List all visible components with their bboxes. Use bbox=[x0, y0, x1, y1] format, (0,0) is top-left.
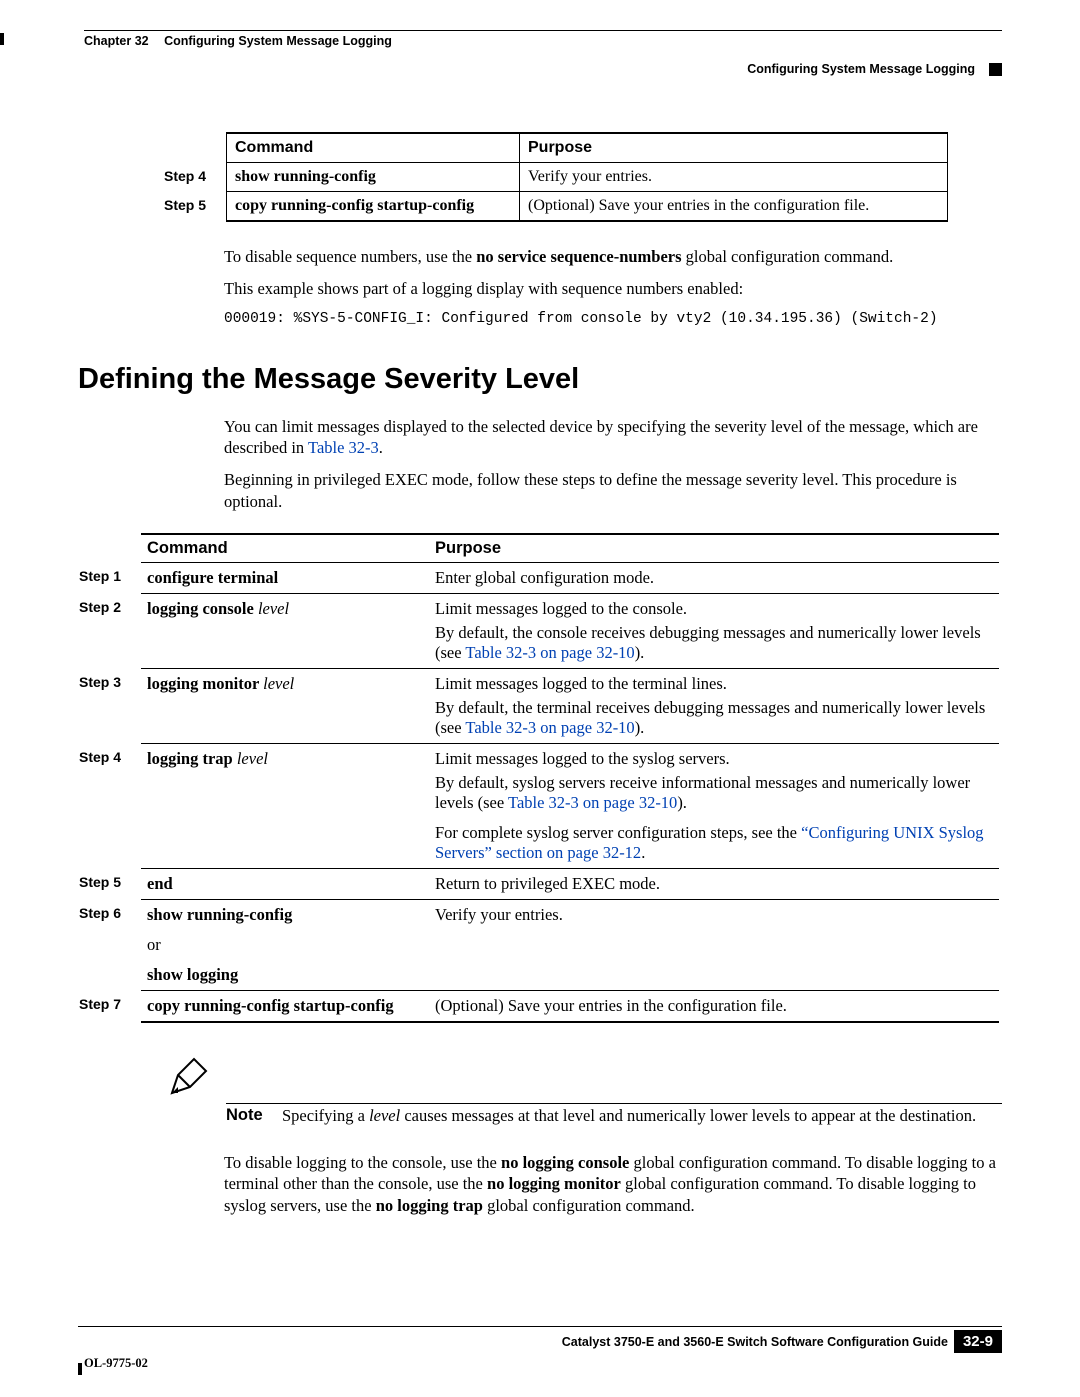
header-marker-icon bbox=[989, 63, 1002, 76]
note-icon bbox=[168, 1057, 212, 1102]
table-row: Step 4 show running-config Verify your e… bbox=[164, 163, 948, 192]
table-row: Step 1 configure terminal Enter global c… bbox=[79, 562, 999, 593]
command-inline: no logging console bbox=[501, 1153, 629, 1172]
chapter-number: Chapter 32 bbox=[84, 34, 149, 48]
col-purpose: Purpose bbox=[429, 534, 999, 563]
footer-doc-id: OL-9775-02 bbox=[84, 1356, 1002, 1371]
command-cell: copy running-config startup-config bbox=[227, 192, 520, 222]
purpose-cell: By default, the terminal receives debugg… bbox=[429, 696, 999, 744]
command-cell: copy running-config startup-config bbox=[141, 990, 429, 1022]
section-header-right: Configuring System Message Logging bbox=[747, 62, 975, 76]
cross-ref-link[interactable]: Table 32-3 on page 32-10 bbox=[508, 793, 677, 812]
cross-ref-link[interactable]: Table 32-3 bbox=[308, 438, 379, 457]
purpose-cell: (Optional) Save your entries in the conf… bbox=[429, 990, 999, 1022]
table-row: show logging bbox=[79, 963, 999, 991]
paragraph-block: You can limit messages displayed to the … bbox=[224, 416, 1002, 513]
purpose-cell: Limit messages logged to the terminal li… bbox=[429, 668, 999, 696]
purpose-cell: For complete syslog server configuration… bbox=[429, 821, 999, 869]
chapter-title: Configuring System Message Logging bbox=[164, 34, 392, 48]
page-number-badge: 32-9 bbox=[954, 1330, 1002, 1353]
table-row: Step 5 copy running-config startup-confi… bbox=[164, 192, 948, 222]
table-row: Step 6 show running-config Verify your e… bbox=[79, 899, 999, 927]
cross-ref-link[interactable]: Table 32-3 on page 32-10 bbox=[465, 718, 634, 737]
command-cell: show running-config bbox=[141, 899, 429, 927]
purpose-cell: (Optional) Save your entries in the conf… bbox=[520, 192, 948, 222]
paragraph-block: To disable sequence numbers, use the no … bbox=[224, 246, 1002, 329]
command-cell: logging trap level bbox=[141, 743, 429, 771]
purpose-cell: Limit messages logged to the syslog serv… bbox=[429, 743, 999, 771]
table-row: Step 5 end Return to privileged EXEC mod… bbox=[79, 868, 999, 899]
paragraph-block: To disable logging to the console, use t… bbox=[224, 1152, 1002, 1217]
step-label: Step 5 bbox=[79, 868, 141, 899]
table-row: Step 7 copy running-config startup-confi… bbox=[79, 990, 999, 1022]
command-inline: no logging monitor bbox=[487, 1174, 621, 1193]
command-table-sequence: Command Purpose Step 4 show running-conf… bbox=[164, 132, 948, 222]
table-row: Step 2 logging console level Limit messa… bbox=[79, 593, 999, 621]
table-row: By default, syslog servers receive infor… bbox=[79, 771, 999, 821]
page-footer: Catalyst 3750-E and 3560-E Switch Softwa… bbox=[78, 1326, 1002, 1371]
command-cell: logging monitor level bbox=[141, 668, 429, 696]
command-cell: show logging bbox=[141, 963, 429, 991]
command-cell: configure terminal bbox=[141, 562, 429, 593]
col-command: Command bbox=[141, 534, 429, 563]
purpose-cell: Enter global configuration mode. bbox=[429, 562, 999, 593]
command-cell: show running-config bbox=[227, 163, 520, 192]
command-cell: logging console level bbox=[141, 593, 429, 621]
step-label: Step 4 bbox=[164, 163, 227, 192]
purpose-cell: Verify your entries. bbox=[520, 163, 948, 192]
table-row: Step 4 logging trap level Limit messages… bbox=[79, 743, 999, 771]
code-sample: 000019: %SYS-5-CONFIG_I: Configured from… bbox=[224, 310, 1002, 329]
command-cell: or bbox=[141, 927, 429, 963]
table-row: By default, the console receives debuggi… bbox=[79, 621, 999, 669]
chapter-header: Chapter 32 Configuring System Message Lo… bbox=[78, 34, 1002, 48]
purpose-cell: By default, syslog servers receive infor… bbox=[429, 771, 999, 821]
step-label: Step 3 bbox=[79, 668, 141, 696]
purpose-cell: By default, the console receives debuggi… bbox=[429, 621, 999, 669]
command-cell: end bbox=[141, 868, 429, 899]
table-row: For complete syslog server configuration… bbox=[79, 821, 999, 869]
step-label: Step 2 bbox=[79, 593, 141, 621]
footer-guide-title: Catalyst 3750-E and 3560-E Switch Softwa… bbox=[78, 1335, 954, 1349]
table-row: Step 3 logging monitor level Limit messa… bbox=[79, 668, 999, 696]
purpose-cell: Verify your entries. bbox=[429, 899, 999, 927]
note-text: Specifying a level causes messages at th… bbox=[282, 1106, 976, 1126]
table-row: By default, the terminal receives debugg… bbox=[79, 696, 999, 744]
col-purpose: Purpose bbox=[520, 133, 948, 163]
purpose-cell: Return to privileged EXEC mode. bbox=[429, 868, 999, 899]
command-inline: no logging trap bbox=[376, 1196, 483, 1215]
step-label: Step 6 bbox=[79, 899, 141, 927]
command-inline: no service sequence-numbers bbox=[476, 247, 681, 266]
step-label: Step 7 bbox=[79, 990, 141, 1022]
step-label: Step 4 bbox=[79, 743, 141, 771]
command-table-severity: Command Purpose Step 1 configure termina… bbox=[79, 533, 999, 1023]
note-label: Note bbox=[226, 1106, 282, 1126]
step-label: Step 1 bbox=[79, 562, 141, 593]
purpose-cell: Limit messages logged to the console. bbox=[429, 593, 999, 621]
note-block: Note Specifying a level causes messages … bbox=[168, 1057, 1002, 1126]
table-row: or bbox=[79, 927, 999, 963]
section-heading: Defining the Message Severity Level bbox=[78, 363, 1002, 396]
cross-ref-link[interactable]: Table 32-3 on page 32-10 bbox=[465, 643, 634, 662]
step-label: Step 5 bbox=[164, 192, 227, 222]
col-command: Command bbox=[227, 133, 520, 163]
